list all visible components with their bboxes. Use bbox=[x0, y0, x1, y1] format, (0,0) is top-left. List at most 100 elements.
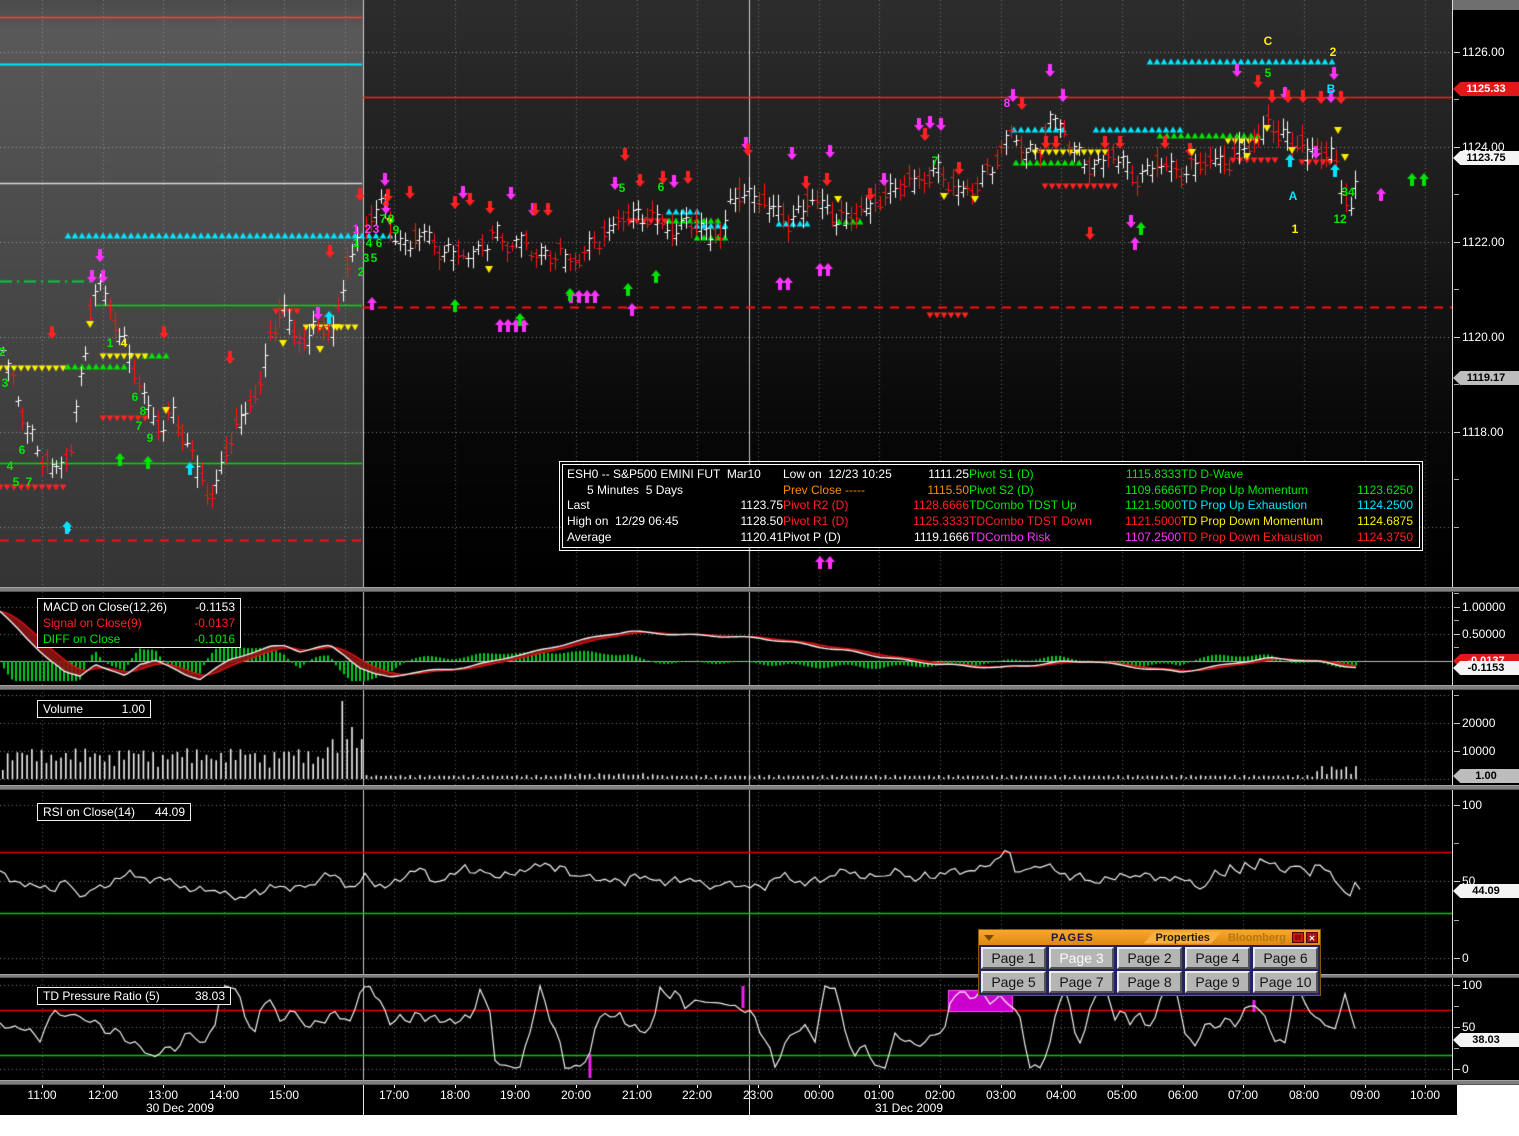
info-label: Last bbox=[567, 498, 733, 513]
info-label: TD D-Wave bbox=[1181, 467, 1347, 482]
panel-separator[interactable] bbox=[0, 785, 1519, 790]
maximize-icon[interactable] bbox=[1292, 932, 1304, 943]
time-label: 14:00 bbox=[209, 1088, 239, 1102]
indicator-value: 44.09 bbox=[155, 804, 185, 820]
time-label: 18:00 bbox=[440, 1088, 470, 1102]
page-button-page-2[interactable]: Page 2 bbox=[1117, 947, 1182, 969]
symbol-info-box: ESH0 -- S&P500 EMINI FUT Mar10Low on 12/… bbox=[562, 464, 1420, 548]
axis-minor-tick bbox=[1454, 920, 1459, 921]
axis-minor-tick bbox=[1454, 479, 1459, 480]
time-label: 17:00 bbox=[379, 1088, 409, 1102]
macd-label-box: MACD on Close(12,26)-0.1153Signal on Clo… bbox=[37, 598, 241, 648]
axis-value-badge: 1125.33 bbox=[1453, 82, 1519, 96]
info-value: 1124.6875 bbox=[1347, 514, 1413, 529]
axis-value-badge: 38.03 bbox=[1453, 1033, 1519, 1047]
time-label: 22:00 bbox=[682, 1088, 712, 1102]
time-label: 06:00 bbox=[1168, 1088, 1198, 1102]
info-value: 1121.5000 bbox=[1107, 498, 1181, 513]
axis-minor-tick bbox=[1454, 527, 1459, 528]
page-button-page-10[interactable]: Page 10 bbox=[1253, 971, 1318, 993]
tab-properties[interactable]: Properties bbox=[1144, 932, 1222, 944]
page-button-page-3[interactable]: Page 3 bbox=[1049, 947, 1114, 969]
info-value bbox=[733, 467, 783, 482]
info-label: TD Prop Down Momentum bbox=[1181, 514, 1347, 529]
indicator-name: RSI on Close(14) bbox=[43, 804, 135, 820]
info-value: 1111.25 bbox=[903, 467, 969, 482]
axis-minor-tick bbox=[1454, 99, 1459, 100]
info-label: Low on 12/23 10:25 bbox=[783, 467, 903, 482]
info-value bbox=[733, 483, 783, 498]
info-value: 1115.50 bbox=[903, 483, 969, 498]
axis-value-badge: 44.09 bbox=[1453, 884, 1519, 898]
volume-label-box: Volume 1.00 bbox=[37, 700, 151, 718]
info-value: 1128.50 bbox=[733, 514, 783, 529]
time-label: 23:00 bbox=[743, 1088, 773, 1102]
info-label: Pivot S1 (D) bbox=[969, 467, 1107, 482]
time-label: 02:00 bbox=[925, 1088, 955, 1102]
info-value: 1109.6666 bbox=[1107, 483, 1181, 498]
info-label: TDCombo TDST Down bbox=[969, 514, 1107, 529]
date-label: 31 Dec 2009 bbox=[875, 1101, 943, 1115]
axis-minor-tick bbox=[1454, 289, 1459, 290]
panel-separator[interactable] bbox=[0, 587, 1519, 592]
date-label: 30 Dec 2009 bbox=[146, 1101, 214, 1115]
page-button-page-5[interactable]: Page 5 bbox=[981, 971, 1046, 993]
indicator-name: Volume bbox=[43, 701, 83, 717]
info-label: TD Prop Down Exhaustion bbox=[1181, 530, 1347, 545]
pages-button-grid: Page 1Page 3Page 2Page 4Page 6Page 5Page… bbox=[979, 945, 1320, 995]
axis-value-badge: 1119.17 bbox=[1453, 371, 1519, 385]
time-label: 05:00 bbox=[1107, 1088, 1137, 1102]
axis-value-badge: -0.1153 bbox=[1453, 661, 1519, 675]
time-label: 08:00 bbox=[1289, 1088, 1319, 1102]
axis-tick-label: 1126.00 bbox=[1454, 46, 1505, 58]
page-button-page-9[interactable]: Page 9 bbox=[1185, 971, 1250, 993]
page-button-page-7[interactable]: Page 7 bbox=[1049, 971, 1114, 993]
indicator-name: MACD on Close(12,26) bbox=[43, 599, 167, 615]
info-label: TDCombo TDST Up bbox=[969, 498, 1107, 513]
axis-value-badge: 1123.75 bbox=[1453, 151, 1519, 165]
time-label: 09:00 bbox=[1350, 1088, 1380, 1102]
td-label-box: TD Pressure Ratio (5) 38.03 bbox=[37, 987, 231, 1005]
info-value: 1128.6666 bbox=[903, 498, 969, 513]
rsi-label-box: RSI on Close(14) 44.09 bbox=[37, 803, 191, 821]
page-button-page-8[interactable]: Page 8 bbox=[1117, 971, 1182, 993]
pages-window-titlebar[interactable]: PAGES Properties Bloomberg ✕ bbox=[979, 930, 1320, 945]
axis-minor-tick bbox=[1454, 1006, 1459, 1007]
indicator-value: -0.0137 bbox=[194, 615, 235, 631]
time-axis[interactable]: 11:0012:0013:0014:0015:0017:0018:0019:00… bbox=[0, 1085, 1457, 1115]
page-button-page-4[interactable]: Page 4 bbox=[1185, 947, 1250, 969]
panel-separator[interactable] bbox=[0, 1080, 1519, 1085]
axis-corner bbox=[1457, 1085, 1519, 1115]
indicator-value: -0.1016 bbox=[194, 631, 235, 647]
axis-tick-label: 10000 bbox=[1454, 745, 1495, 757]
time-label: 00:00 bbox=[804, 1088, 834, 1102]
axis-tick-label: 1122.00 bbox=[1454, 236, 1505, 248]
indicator-value: 1.00 bbox=[122, 701, 145, 717]
time-label: 11:00 bbox=[27, 1088, 56, 1102]
info-label: Pivot R2 (D) bbox=[783, 498, 903, 513]
page-button-page-6[interactable]: Page 6 bbox=[1253, 947, 1318, 969]
close-icon[interactable]: ✕ bbox=[1306, 932, 1318, 943]
info-label: Pivot P (D) bbox=[783, 530, 903, 545]
pages-window[interactable]: PAGES Properties Bloomberg ✕ Page 1Page … bbox=[978, 929, 1321, 996]
indicator-name: TD Pressure Ratio (5) bbox=[43, 988, 160, 1004]
axis-minor-tick bbox=[1454, 194, 1459, 195]
axis-tick-label: 1118.00 bbox=[1454, 426, 1504, 438]
info-label: 5 Minutes 5 Days bbox=[567, 483, 733, 498]
time-label: 15:00 bbox=[269, 1088, 299, 1102]
time-label: 07:00 bbox=[1228, 1088, 1258, 1102]
page-button-page-1[interactable]: Page 1 bbox=[981, 947, 1046, 969]
info-label: TD Prop Up Momentum bbox=[1181, 483, 1347, 498]
indicator-value: 38.03 bbox=[195, 988, 225, 1004]
dropdown-arrow-icon[interactable] bbox=[984, 935, 994, 941]
info-value: 1121.5000 bbox=[1107, 514, 1181, 529]
time-label: 19:00 bbox=[500, 1088, 530, 1102]
tab-bloomberg[interactable]: Bloomberg bbox=[1228, 932, 1286, 944]
axis-tick-label: 0 bbox=[1454, 1063, 1469, 1075]
panel-separator[interactable] bbox=[0, 685, 1519, 690]
price-axis-gutter[interactable]: 1126.001124.001122.001120.001118.001125.… bbox=[1452, 0, 1519, 1085]
info-value: 1120.41 bbox=[733, 530, 783, 545]
time-label: 01:00 bbox=[864, 1088, 894, 1102]
axis-tick-label: 50 bbox=[1454, 1021, 1475, 1033]
axis-minor-tick bbox=[1454, 695, 1459, 696]
